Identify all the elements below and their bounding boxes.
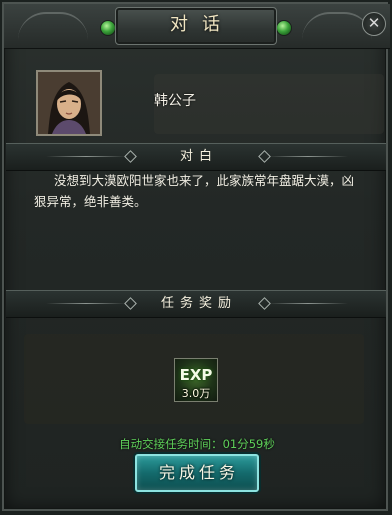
exp-amount: 3.0万 <box>181 387 211 400</box>
title-bar: 对话 ✕ <box>4 4 390 49</box>
dialogue-header-title: 对白 <box>179 149 218 164</box>
npc-portrait-icon <box>38 72 100 134</box>
auto-handin-timer: 自动交接任务时间：01分59秒 <box>119 437 275 451</box>
exp-reward-slot[interactable]: EXP 3.0万 <box>174 358 218 402</box>
left-gem-icon <box>100 20 116 36</box>
dialogue-text: 没想到大漠欧阳世家也来了，此家族常年盘踞大漠，凶狠异常，绝非善类。 <box>34 173 355 209</box>
reward-header-title: 任务奖励 <box>160 296 237 311</box>
complete-task-button[interactable]: 完成任务 <box>135 454 259 492</box>
close-button[interactable]: ✕ <box>362 12 386 36</box>
dialog-window: 对话 ✕ 韩公子 对白 没想到大漠欧阳世家也来了，此家族常年盘踞大漠，凶狠异常，… <box>2 2 390 511</box>
window-title: 对话 <box>170 14 234 35</box>
exp-icon: EXP <box>179 366 213 384</box>
dialogue-header: 对白 <box>6 143 386 171</box>
left-ornament <box>18 12 88 40</box>
npc-name: 韩公子 <box>154 93 196 109</box>
reward-header: 任务奖励 <box>6 290 386 318</box>
npc-portrait <box>36 70 102 136</box>
right-gem-icon <box>276 20 292 36</box>
close-icon: ✕ <box>367 14 381 32</box>
